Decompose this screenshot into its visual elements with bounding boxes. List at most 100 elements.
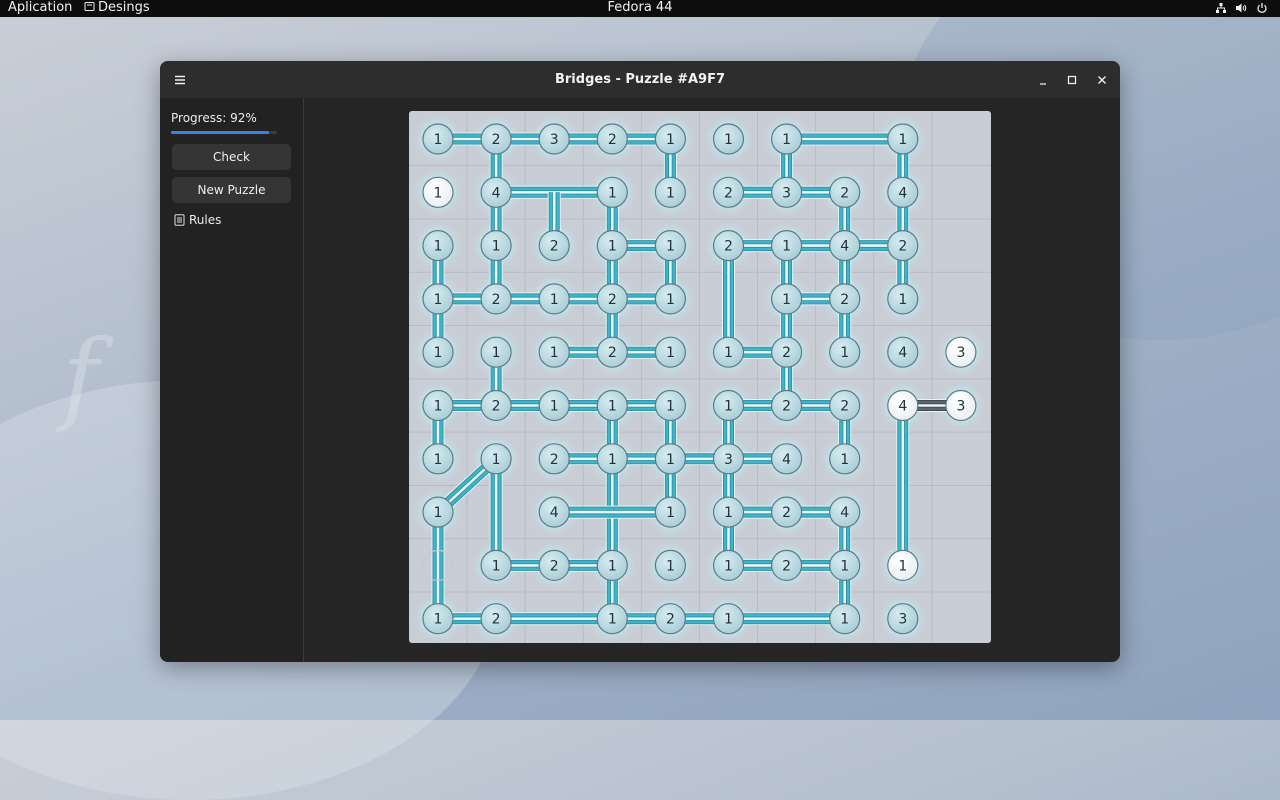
island[interactable]: 1 (596, 603, 628, 635)
island[interactable]: 2 (596, 336, 628, 368)
island[interactable]: 3 (712, 443, 745, 475)
island[interactable]: 1 (538, 283, 570, 315)
island[interactable]: 1 (480, 230, 512, 262)
island[interactable]: 1 (596, 230, 628, 262)
island[interactable]: 1 (538, 389, 570, 422)
bridge[interactable] (554, 505, 671, 519)
island[interactable]: 1 (480, 549, 512, 581)
island[interactable]: 1 (654, 496, 686, 528)
island[interactable]: 1 (422, 443, 454, 475)
island[interactable]: 1 (422, 336, 454, 368)
island[interactable]: 1 (654, 230, 686, 262)
island[interactable]: 1 (596, 176, 628, 208)
new-puzzle-button[interactable]: New Puzzle (172, 177, 291, 203)
island[interactable]: 3 (538, 123, 570, 155)
island[interactable]: 2 (596, 123, 628, 155)
island[interactable]: 2 (712, 176, 745, 208)
island[interactable]: 4 (829, 230, 861, 262)
island[interactable]: 1 (712, 336, 745, 368)
island[interactable]: 4 (829, 496, 861, 528)
island[interactable]: 1 (829, 549, 861, 581)
island[interactable]: 1 (596, 389, 628, 422)
island[interactable]: 1 (712, 496, 745, 528)
island[interactable]: 4 (538, 496, 570, 528)
island[interactable]: 2 (480, 123, 512, 155)
close-icon[interactable] (1092, 70, 1112, 90)
island[interactable]: 1 (538, 336, 570, 368)
island[interactable]: 4 (887, 336, 919, 368)
minimize-icon[interactable] (1033, 70, 1053, 90)
bridge[interactable] (431, 512, 445, 619)
island[interactable]: 4 (887, 176, 919, 208)
bridge[interactable] (489, 458, 503, 566)
island[interactable]: 2 (712, 230, 745, 262)
bridge[interactable] (496, 612, 613, 626)
island[interactable]: 2 (538, 230, 570, 262)
island[interactable]: 1 (654, 283, 686, 315)
island[interactable]: 2 (771, 389, 803, 422)
island[interactable]: 1 (596, 549, 628, 581)
island[interactable]: 1 (829, 603, 861, 635)
bridge[interactable] (786, 132, 903, 146)
island[interactable]: 1 (654, 443, 686, 475)
title-bar[interactable]: Bridges - Puzzle #A9F7 (160, 61, 1120, 98)
island[interactable]: 4 (887, 389, 919, 422)
island[interactable]: 1 (829, 443, 861, 475)
island[interactable]: 1 (422, 176, 454, 208)
island[interactable]: 1 (654, 389, 686, 422)
island[interactable]: 3 (887, 603, 919, 635)
island[interactable]: 1 (654, 176, 686, 208)
island[interactable]: 1 (712, 389, 745, 422)
island[interactable]: 1 (771, 230, 803, 262)
island[interactable]: 2 (771, 336, 803, 368)
rules-link[interactable]: Rules (174, 213, 221, 227)
island[interactable]: 3 (945, 389, 977, 422)
island[interactable]: 1 (596, 443, 628, 475)
island[interactable]: 4 (480, 176, 512, 208)
island[interactable]: 1 (480, 443, 512, 475)
island[interactable]: 2 (829, 176, 861, 208)
island[interactable]: 2 (538, 549, 570, 581)
island[interactable]: 1 (712, 123, 745, 155)
island[interactable]: 1 (422, 603, 454, 635)
island[interactable]: 1 (771, 123, 803, 155)
island[interactable]: 2 (538, 443, 570, 475)
island[interactable]: 1 (654, 336, 686, 368)
check-button[interactable]: Check (172, 144, 291, 170)
island[interactable]: 2 (887, 230, 919, 262)
island[interactable]: 1 (712, 603, 745, 635)
island[interactable]: 2 (771, 549, 803, 581)
island[interactable]: 1 (712, 549, 745, 581)
island[interactable]: 1 (887, 123, 919, 155)
island[interactable]: 2 (480, 603, 512, 635)
island[interactable]: 4 (771, 443, 803, 475)
island[interactable]: 3 (771, 176, 803, 208)
island[interactable]: 1 (654, 549, 686, 581)
island[interactable]: 1 (422, 283, 454, 315)
maximize-icon[interactable] (1062, 70, 1082, 90)
bridge[interactable] (722, 245, 735, 353)
bridge[interactable] (896, 405, 910, 566)
island[interactable]: 1 (771, 283, 803, 315)
network-icon[interactable] (1215, 2, 1227, 14)
island[interactable]: 1 (422, 230, 454, 262)
island[interactable]: 2 (596, 283, 628, 315)
puzzle-board[interactable]: 1 2 3 2 1 1 1 1 1 4 1 1 2 3 2 4 1 1 2 1 1 2 1 4 2 1 2 1 2 1 1 2 1 1 1 1 2 1 1 2… (409, 111, 991, 643)
bridge[interactable] (728, 612, 845, 626)
island[interactable]: 2 (829, 389, 861, 422)
island[interactable]: 2 (480, 283, 512, 315)
island[interactable]: 1 (887, 283, 919, 315)
island[interactable]: 1 (654, 123, 686, 155)
island[interactable]: 1 (422, 123, 454, 155)
volume-icon[interactable] (1235, 2, 1247, 14)
island[interactable]: 2 (654, 603, 686, 635)
island[interactable]: 1 (480, 336, 512, 368)
island[interactable]: 2 (480, 389, 512, 422)
island[interactable]: 1 (887, 549, 919, 581)
island[interactable]: 1 (829, 336, 861, 368)
island[interactable]: 2 (829, 283, 861, 315)
power-icon[interactable] (1256, 2, 1268, 14)
island[interactable]: 1 (422, 389, 454, 422)
island[interactable]: 3 (945, 336, 977, 368)
island[interactable]: 2 (771, 496, 803, 528)
